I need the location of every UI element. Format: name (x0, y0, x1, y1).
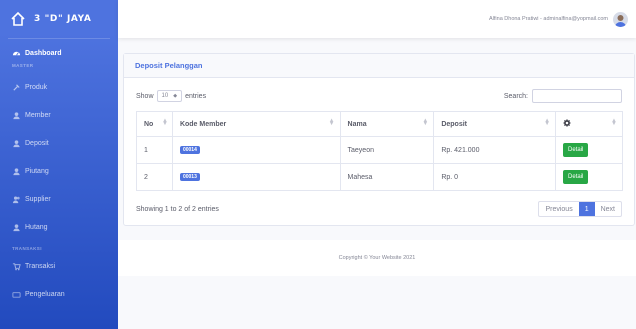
sort-icon: ▲ ▼ (162, 118, 168, 127)
money-icon (12, 291, 21, 298)
table-controls: Show 10 ◆ entries Search: (136, 88, 622, 104)
search-label: Search: (503, 92, 528, 100)
cell-action: Detail (555, 163, 623, 191)
deposit-card: Deposit Pelanggan Show 10 ◆ entries Sear… (123, 53, 635, 226)
entries-select[interactable]: 10 ◆ (156, 90, 183, 102)
table-info: Showing 1 to 2 of 2 entries (136, 205, 219, 213)
deposit-table: No ▲ ▼ Kode Member ▲ ▼ Nama ▲ ▼ Deposit ▲ ▼ (136, 111, 623, 191)
select-arrow-icon: ◆ (173, 93, 178, 99)
avatar[interactable] (613, 11, 628, 27)
cell-deposit: Rp. 421.000 (433, 136, 557, 164)
cell-action: Detail (555, 136, 623, 164)
entries-value: 10 (161, 93, 169, 99)
brand[interactable]: 3 "D" JAYA (0, 0, 118, 38)
sidebar-item-produk[interactable]: Produk (0, 73, 118, 101)
topbar: Alfina Dhona Pratiwi - adminalfina@yopma… (118, 0, 636, 38)
cell-no: 2 (136, 163, 173, 191)
sidebar-item-piutang[interactable]: Piutang (0, 157, 118, 185)
table-row: 1 00014 Taeyeon Rp. 421.000 Detail (136, 136, 623, 164)
avatar-icon (615, 14, 626, 27)
sidebar-item-transaksi[interactable]: Transaksi (0, 255, 118, 277)
length-control: Show 10 ◆ entries (136, 90, 206, 102)
sidebar-item-member[interactable]: Member (0, 101, 118, 129)
sidebar-item-label: Dashboard (25, 49, 62, 57)
column-header-no[interactable]: No ▲ ▼ (136, 111, 173, 137)
gear-icon (563, 119, 571, 127)
pagination: Previous 1 Next (538, 201, 622, 217)
detail-button[interactable]: Detail (563, 143, 589, 157)
cell-nama: Mahesa (339, 163, 435, 191)
pagination-previous[interactable]: Previous (539, 202, 578, 216)
cell-no: 1 (136, 136, 173, 164)
cart-icon (12, 262, 21, 270)
column-label: No (144, 120, 154, 128)
search-control: Search: (504, 89, 622, 103)
pagination-next[interactable]: Next (595, 202, 621, 216)
dashboard-icon (12, 51, 21, 56)
users-icon (12, 196, 20, 203)
pagination-page-1[interactable]: 1 (578, 202, 595, 216)
sidebar-item-label: Piutang (25, 167, 49, 175)
card-title: Deposit Pelanggan (135, 61, 203, 70)
sidebar-item-dashboard[interactable]: Dashboard (0, 43, 118, 63)
sidebar-item-supplier[interactable]: Supplier (0, 185, 118, 213)
sidebar-item-deposit[interactable]: Deposit (0, 129, 118, 157)
user-icon (13, 223, 20, 231)
copyright-text: Copyright © Your Website 2021 (338, 255, 416, 261)
column-label: Deposit (441, 120, 467, 128)
sidebar-item-label: Hutang (25, 223, 48, 231)
cell-kode: 00013 (171, 163, 341, 191)
table-footer: Showing 1 to 2 of 2 entries Previous 1 N… (136, 201, 622, 217)
sort-icon: ▲ ▼ (544, 118, 551, 127)
cell-nama: Taeyeon (339, 136, 435, 164)
sidebar-item-label: Member (25, 111, 51, 119)
sidebar: 3 "D" JAYA Dashboard MASTER Produk Membe… (0, 0, 118, 329)
cell-kode: 00014 (171, 136, 341, 164)
column-header-nama[interactable]: Nama ▲ ▼ (339, 111, 435, 137)
member-code-badge: 00014 (179, 146, 200, 154)
sidebar-item-label: Transaksi (25, 262, 56, 270)
sort-icon: ▲ ▼ (328, 118, 335, 127)
footer: Copyright © Your Website 2021 (118, 240, 636, 276)
column-label: Kode Member (179, 120, 227, 128)
tools-icon (13, 83, 20, 91)
column-header-action[interactable]: ▲ ▼ (555, 111, 623, 137)
sidebar-heading-master: MASTER (12, 63, 34, 68)
sidebar-item-pengeluaran[interactable]: Pengeluaran (0, 277, 118, 311)
table-row: 2 00013 Mahesa Rp. 0 Detail (136, 163, 623, 191)
search-input[interactable] (532, 89, 622, 103)
table-header-row: No ▲ ▼ Kode Member ▲ ▼ Nama ▲ ▼ Deposit ▲ ▼ (136, 111, 623, 137)
column-header-kode[interactable]: Kode Member ▲ ▼ (171, 111, 341, 137)
sidebar-item-label: Pengeluaran (25, 290, 65, 298)
sort-icon: ▲ ▼ (611, 118, 617, 127)
user-icon (13, 167, 20, 175)
sort-icon: ▲ ▼ (422, 118, 429, 127)
cell-deposit: Rp. 0 (433, 163, 557, 191)
column-label: Nama (347, 120, 367, 128)
user-icon (13, 139, 20, 147)
sidebar-item-label: Supplier (25, 195, 51, 203)
house-icon (11, 11, 25, 26)
sidebar-item-label: Deposit (25, 139, 49, 147)
user-name[interactable]: Alfina Dhona Pratiwi - adminalfina@yopma… (489, 16, 608, 22)
detail-button[interactable]: Detail (563, 170, 589, 184)
show-label: Show (136, 92, 154, 100)
sidebar-divider (8, 38, 110, 39)
sidebar-item-hutang[interactable]: Hutang (0, 213, 118, 241)
column-header-deposit[interactable]: Deposit ▲ ▼ (433, 111, 557, 137)
entries-label: entries (185, 92, 207, 100)
sidebar-heading-transaksi: TRANSAKSI (12, 245, 42, 251)
sidebar-item-label: Produk (25, 83, 48, 91)
member-code-badge: 00013 (179, 173, 200, 181)
brand-name: 3 "D" JAYA (34, 14, 92, 24)
card-header: Deposit Pelanggan (124, 54, 634, 78)
user-icon (13, 111, 20, 119)
